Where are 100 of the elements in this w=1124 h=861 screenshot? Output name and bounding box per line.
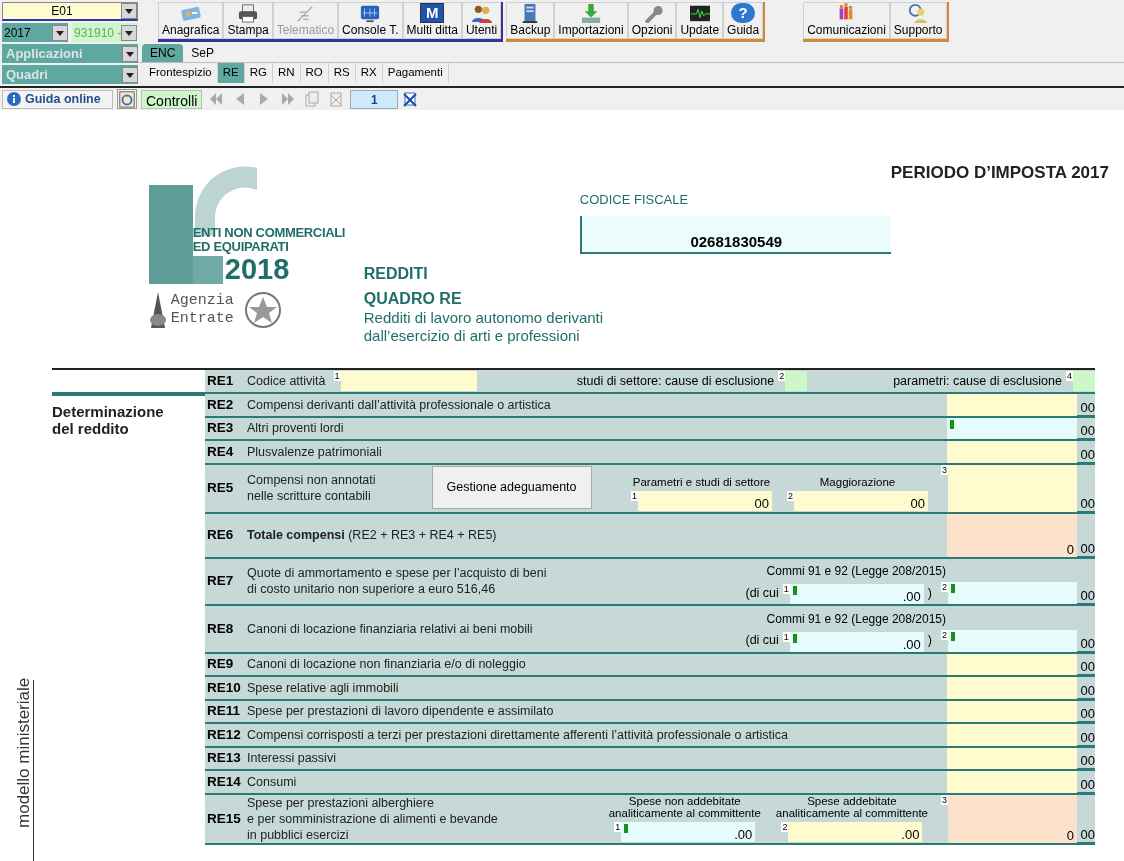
row-label: Altri proventi lordi — [247, 420, 344, 437]
field-number: 3 — [941, 794, 948, 805]
logo-year: 2018 — [224, 254, 291, 284]
first-page-icon — [208, 91, 225, 107]
section-tab[interactable]: RG — [244, 63, 273, 83]
company-select[interactable]: E01 — [2, 2, 138, 21]
amount-field[interactable] — [947, 441, 1077, 463]
section-tab[interactable]: Frontespizio — [144, 63, 218, 83]
amount-field[interactable] — [947, 771, 1077, 793]
toolbar-button[interactable]: Opzioni — [627, 2, 677, 39]
toolbar-button[interactable]: Comunicazioni — [803, 2, 890, 39]
row-code: RE6 — [206, 527, 235, 543]
row-label: Compensi corrisposti a terzi per prestazioni direttamente afferenti l’attività professionale o artistica — [247, 726, 788, 743]
cents-text: 00 — [1077, 635, 1095, 652]
toolbar-button[interactable]: M Multi ditta — [402, 2, 462, 39]
row-label: Totale compensi (RE2 + RE3 + RE4 + RE5) — [247, 527, 497, 543]
help-button[interactable]: Guida online — [2, 89, 113, 109]
amount-field[interactable] — [947, 417, 1077, 439]
row-label: Canoni di locazione finanziaria relativi ai beni mobili — [247, 620, 533, 637]
checks-button[interactable]: Controlli — [141, 89, 203, 109]
row-code: RE15 — [206, 810, 242, 827]
field-label: studi di settore: cause di esclusione — [576, 372, 775, 390]
toolbar-button[interactable]: Update — [676, 2, 724, 39]
toolbar-button[interactable]: Importazioni — [554, 2, 628, 39]
section-tab[interactable]: RS — [328, 63, 356, 83]
amount-field[interactable] — [947, 653, 1077, 675]
badge-icon: ? — [731, 3, 756, 23]
toolbar-button[interactable]: Stampa — [223, 2, 273, 39]
amount-field[interactable] — [947, 700, 1077, 722]
amount-field[interactable] — [947, 677, 1077, 699]
section-tab[interactable]: RX — [355, 63, 383, 83]
section-tab[interactable]: RE — [217, 63, 245, 83]
amount-field[interactable]: 0 — [948, 794, 1077, 843]
row-code: RE3 — [206, 420, 235, 437]
field-heading: Spese non addebitate analiticamente al committente — [608, 794, 761, 819]
field-number: 1 — [630, 490, 638, 501]
cents-text: 00 — [1077, 399, 1095, 416]
input-field[interactable]: .00 — [788, 821, 923, 842]
delete-icon — [402, 91, 419, 107]
delete-page-icon — [328, 91, 345, 107]
copy-icon — [304, 91, 321, 107]
row-code: RE9 — [206, 656, 235, 673]
bracket-text: ) — [927, 584, 932, 602]
field-number: 2 — [778, 371, 786, 381]
tax-code-field[interactable]: 02681830549 — [579, 216, 891, 254]
cents-text: 00 — [1077, 826, 1095, 843]
year-select[interactable]: 2017 — [2, 23, 68, 42]
cents-text: 00 — [1077, 706, 1095, 722]
input-field[interactable] — [785, 371, 808, 391]
section-title: Determinazione del reddito — [52, 403, 165, 437]
row-code: RE10 — [206, 679, 242, 696]
row-code: RE1 — [206, 373, 235, 389]
bracket-text: (di cui — [745, 584, 779, 602]
input-field[interactable]: .00 — [621, 821, 756, 842]
amount-field[interactable] — [947, 394, 1077, 416]
input-field[interactable] — [1073, 371, 1095, 391]
field-number: 1 — [782, 584, 790, 594]
toolbar-button[interactable]: Backup — [506, 2, 555, 39]
tab[interactable]: ENC — [142, 44, 184, 62]
field-number: 2 — [941, 629, 948, 640]
amount-field[interactable] — [948, 629, 1077, 652]
amount-field[interactable] — [947, 747, 1077, 769]
input-field[interactable]: .00 — [789, 631, 924, 652]
toolbar-button[interactable]: ? Guida — [723, 2, 764, 39]
field-number: 3 — [941, 464, 948, 475]
tab[interactable]: SeP — [183, 44, 223, 62]
input-field[interactable]: 00 — [638, 490, 772, 511]
note-text: Commi 91 e 92 (Legge 208/2015) — [766, 564, 946, 579]
section-tab[interactable]: Pagamenti — [382, 63, 449, 83]
form-section-title: QUADRO RE — [363, 289, 462, 309]
row-label: Quote di ammortamento e spese per l’acquisto di beni di costo unitario non superiore a euro 516,46 — [247, 565, 547, 598]
row-code: RE2 — [206, 396, 235, 413]
field-number: 2 — [941, 582, 948, 592]
row-code: RE13 — [206, 750, 242, 767]
input-field[interactable]: 00 — [794, 490, 928, 511]
field-number: 2 — [787, 490, 794, 501]
download-icon — [579, 3, 603, 23]
toolbar-button[interactable]: Supporto — [889, 2, 947, 39]
adjustment-button[interactable]: Gestione adeguamento — [431, 466, 592, 509]
pulse-monitor-icon — [687, 3, 712, 23]
logo-text: ENTI NON COMMERCIALI — [192, 226, 346, 240]
amount-field[interactable] — [948, 464, 1077, 512]
last-page-icon — [280, 91, 297, 107]
row-label: Spese per prestazioni di lavoro dipendente e assimilato — [247, 703, 554, 720]
cents-text: 00 — [1077, 423, 1095, 439]
toolbar-button[interactable]: Anagrafica — [158, 2, 224, 39]
input-field[interactable] — [340, 371, 477, 391]
amount-field[interactable]: 0 — [947, 513, 1077, 557]
toolbar-button[interactable]: Utenti — [461, 2, 502, 39]
amount-field[interactable] — [947, 724, 1077, 746]
section-tab[interactable]: RN — [272, 63, 301, 83]
row-label: Canoni di locazione non finanziaria e/o di noleggio — [247, 656, 526, 673]
section-tab[interactable]: RO — [300, 63, 329, 83]
page-field[interactable]: 1 — [350, 89, 399, 109]
toolbar-button[interactable]: Console T. — [338, 2, 403, 39]
input-field[interactable]: .00 — [789, 584, 924, 604]
field-heading: Parametri e studi di settore — [632, 475, 771, 488]
amount-field[interactable] — [948, 582, 1077, 604]
field-heading: Maggiorazione — [819, 475, 896, 488]
field-number: 1 — [782, 631, 790, 642]
